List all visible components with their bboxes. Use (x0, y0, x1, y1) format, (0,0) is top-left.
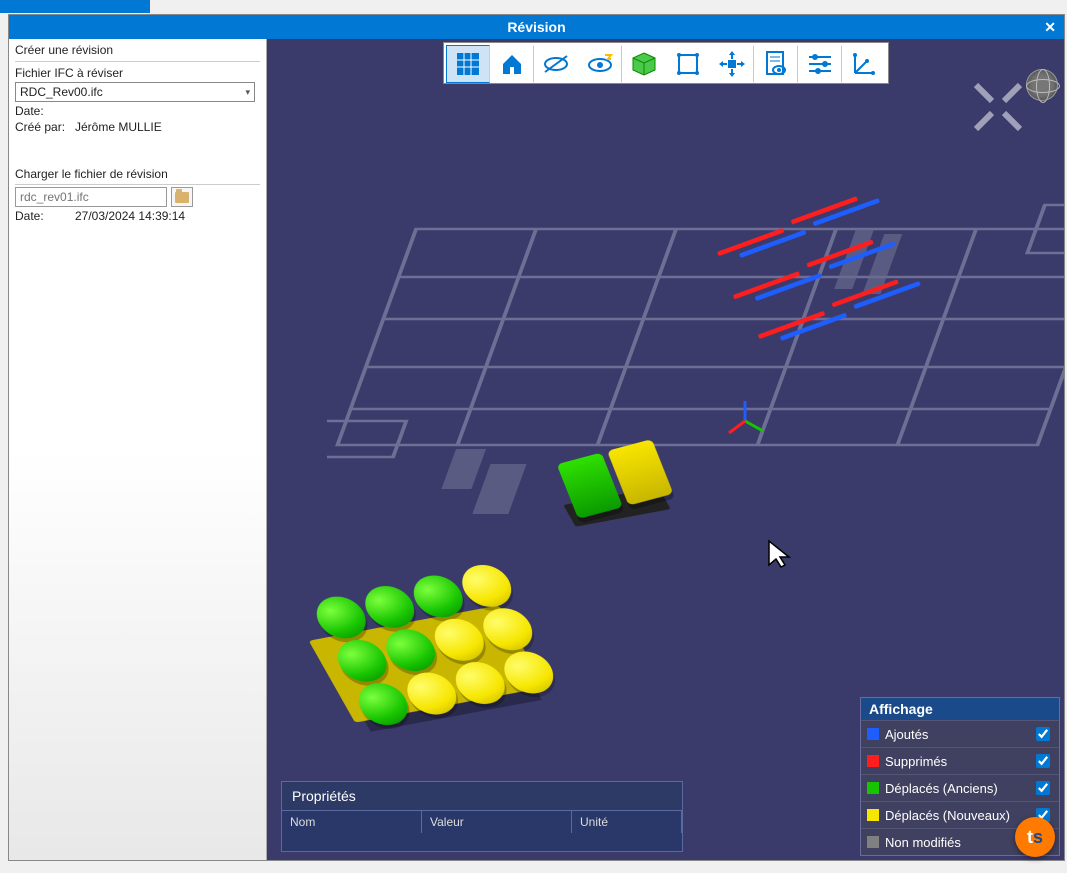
3d-viewport[interactable]: Propriétés Nom Valeur Unité Affichage Aj… (267, 39, 1064, 860)
legend-title: Affichage (861, 698, 1059, 720)
legend-label: Supprimés (885, 754, 1032, 769)
browse-button[interactable] (171, 187, 193, 207)
folder-icon (175, 192, 189, 203)
ifc-file-label: Fichier IFC à réviser (15, 66, 260, 80)
created-by-value: Jérôme MULLIE (75, 120, 260, 134)
legend-checkbox[interactable] (1036, 727, 1050, 741)
legend-swatch (867, 755, 879, 767)
legend-item: Supprimés (861, 747, 1059, 774)
load-revision-title: Charger le fichier de révision (15, 167, 260, 185)
legend-item: Ajoutés (861, 720, 1059, 747)
axis-gizmo-icon (725, 399, 765, 439)
legend-swatch (867, 809, 879, 821)
legend-label: Déplacés (Nouveaux) (885, 808, 1032, 823)
ifc-file-dropdown[interactable]: RDC_Rev00.ifc (15, 82, 255, 102)
legend-swatch (867, 782, 879, 794)
properties-title: Propriétés (282, 782, 682, 811)
load-date-label: Date: (15, 209, 75, 223)
legend-checkbox[interactable] (1036, 781, 1050, 795)
date-value (75, 104, 260, 118)
created-by-label: Créé par: (15, 120, 75, 134)
window-title: Révision (507, 19, 565, 35)
load-date-value: 27/03/2024 14:39:14 (75, 209, 260, 223)
properties-panel: Propriétés Nom Valeur Unité (281, 781, 683, 852)
date-label: Date: (15, 104, 75, 118)
titlebar: Révision ✕ (9, 15, 1064, 39)
background-tab (0, 0, 150, 13)
revision-file-input[interactable] (15, 187, 167, 207)
col-unit[interactable]: Unité (572, 811, 682, 833)
sidebar: Créer une révision Fichier IFC à réviser… (9, 39, 267, 860)
app-logo-icon: ts (1015, 817, 1055, 857)
ifc-file-selected: RDC_Rev00.ifc (20, 85, 103, 99)
legend-item: Déplacés (Anciens) (861, 774, 1059, 801)
legend-checkbox[interactable] (1036, 754, 1050, 768)
create-revision-title: Créer une révision (15, 41, 260, 62)
legend-label: Déplacés (Anciens) (885, 781, 1032, 796)
col-value[interactable]: Valeur (422, 811, 572, 833)
legend-swatch (867, 836, 879, 848)
legend-swatch (867, 728, 879, 740)
col-name[interactable]: Nom (282, 811, 422, 833)
revision-window: Révision ✕ Créer une révision Fichier IF… (8, 14, 1065, 861)
legend-label: Non modifiés (885, 835, 1032, 850)
close-icon[interactable]: ✕ (1044, 19, 1056, 36)
legend-label: Ajoutés (885, 727, 1032, 742)
